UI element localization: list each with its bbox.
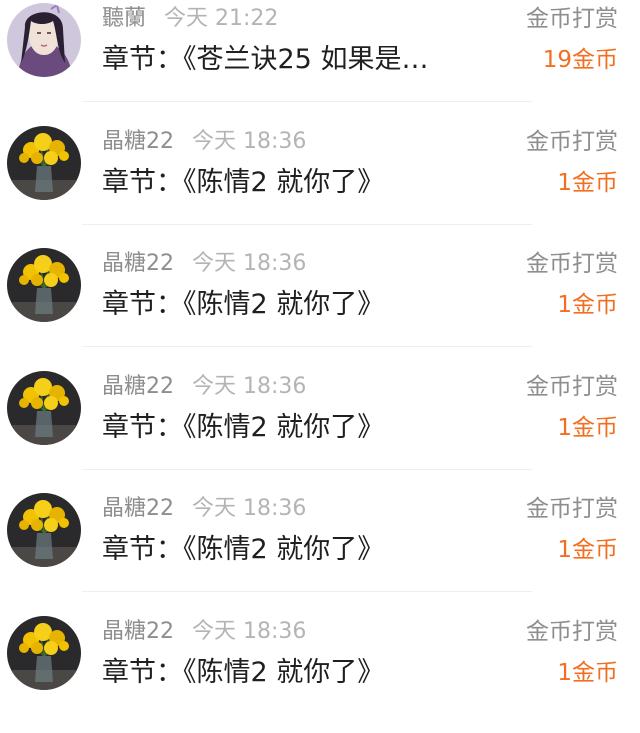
chapter-title[interactable]: 章节：《苍兰诀25 如果是… — [102, 42, 428, 78]
user-name[interactable]: 晶糖22 — [102, 496, 174, 521]
reward-amount: 1金币 — [557, 534, 618, 566]
reward-type: 金币打赏 — [526, 249, 618, 279]
timestamp: 今天 18:36 — [192, 496, 306, 521]
timestamp: 今天 18:36 — [192, 619, 306, 644]
timestamp: 今天 18:36 — [192, 129, 306, 154]
reward-amount: 1金币 — [557, 412, 618, 444]
meta-line: 晶糖22 今天 18:36 — [102, 249, 306, 279]
avatar[interactable] — [7, 616, 81, 690]
avatar[interactable] — [7, 371, 81, 445]
reward-item[interactable]: 聽蘭今天 21:22 章节：《苍兰诀25 如果是… 金币打赏 19金币 — [0, 0, 640, 121]
divider — [82, 101, 532, 102]
reward-type: 金币打赏 — [526, 494, 618, 524]
chapter-title[interactable]: 章节：《陈情2 就你了》 — [102, 410, 384, 446]
reward-type: 金币打赏 — [526, 4, 618, 34]
chapter-title[interactable]: 章节：《陈情2 就你了》 — [102, 287, 384, 323]
avatar[interactable] — [7, 3, 81, 77]
divider — [82, 469, 532, 470]
reward-type: 金币打赏 — [526, 127, 618, 157]
avatar[interactable] — [7, 248, 81, 322]
reward-item[interactable]: 晶糖22 今天 18:36 章节：《陈情2 就你了》 金币打赏 1金币 — [0, 121, 640, 244]
reward-amount: 1金币 — [557, 289, 618, 321]
meta-line: 晶糖22 今天 18:36 — [102, 127, 306, 157]
reward-list: 聽蘭今天 21:22 章节：《苍兰诀25 如果是… 金币打赏 19金币 — [0, 0, 640, 733]
user-name[interactable]: 晶糖22 — [102, 619, 174, 644]
avatar[interactable] — [7, 126, 81, 200]
reward-type: 金币打赏 — [526, 617, 618, 647]
divider — [82, 591, 532, 592]
timestamp: 今天 21:22 — [164, 6, 278, 31]
avatar[interactable] — [7, 493, 81, 567]
reward-item[interactable]: 晶糖22 今天 18:36 章节：《陈情2 就你了》 金币打赏 1金币 — [0, 488, 640, 611]
reward-amount: 19金币 — [543, 44, 618, 76]
chapter-title[interactable]: 章节：《陈情2 就你了》 — [102, 655, 384, 691]
meta-line: 晶糖22 今天 18:36 — [102, 372, 306, 402]
divider — [82, 346, 532, 347]
reward-amount: 1金币 — [557, 167, 618, 199]
user-name[interactable]: 晶糖22 — [102, 129, 174, 154]
user-name[interactable]: 晶糖22 — [102, 374, 174, 399]
user-name[interactable]: 晶糖22 — [102, 251, 174, 276]
chapter-title[interactable]: 章节：《陈情2 就你了》 — [102, 532, 384, 568]
reward-item[interactable]: 晶糖22 今天 18:36 章节：《陈情2 就你了》 金币打赏 1金币 — [0, 243, 640, 366]
timestamp: 今天 18:36 — [192, 374, 306, 399]
reward-type: 金币打赏 — [526, 372, 618, 402]
meta-line: 晶糖22 今天 18:36 — [102, 494, 306, 524]
meta-line: 晶糖22 今天 18:36 — [102, 617, 306, 647]
reward-amount: 1金币 — [557, 657, 618, 689]
user-name[interactable]: 聽蘭 — [102, 6, 146, 31]
timestamp: 今天 18:36 — [192, 251, 306, 276]
meta-line: 聽蘭今天 21:22 — [102, 4, 278, 34]
divider — [82, 224, 532, 225]
reward-item[interactable]: 晶糖22 今天 18:36 章节：《陈情2 就你了》 金币打赏 1金币 — [0, 366, 640, 489]
chapter-title[interactable]: 章节：《陈情2 就你了》 — [102, 165, 384, 201]
